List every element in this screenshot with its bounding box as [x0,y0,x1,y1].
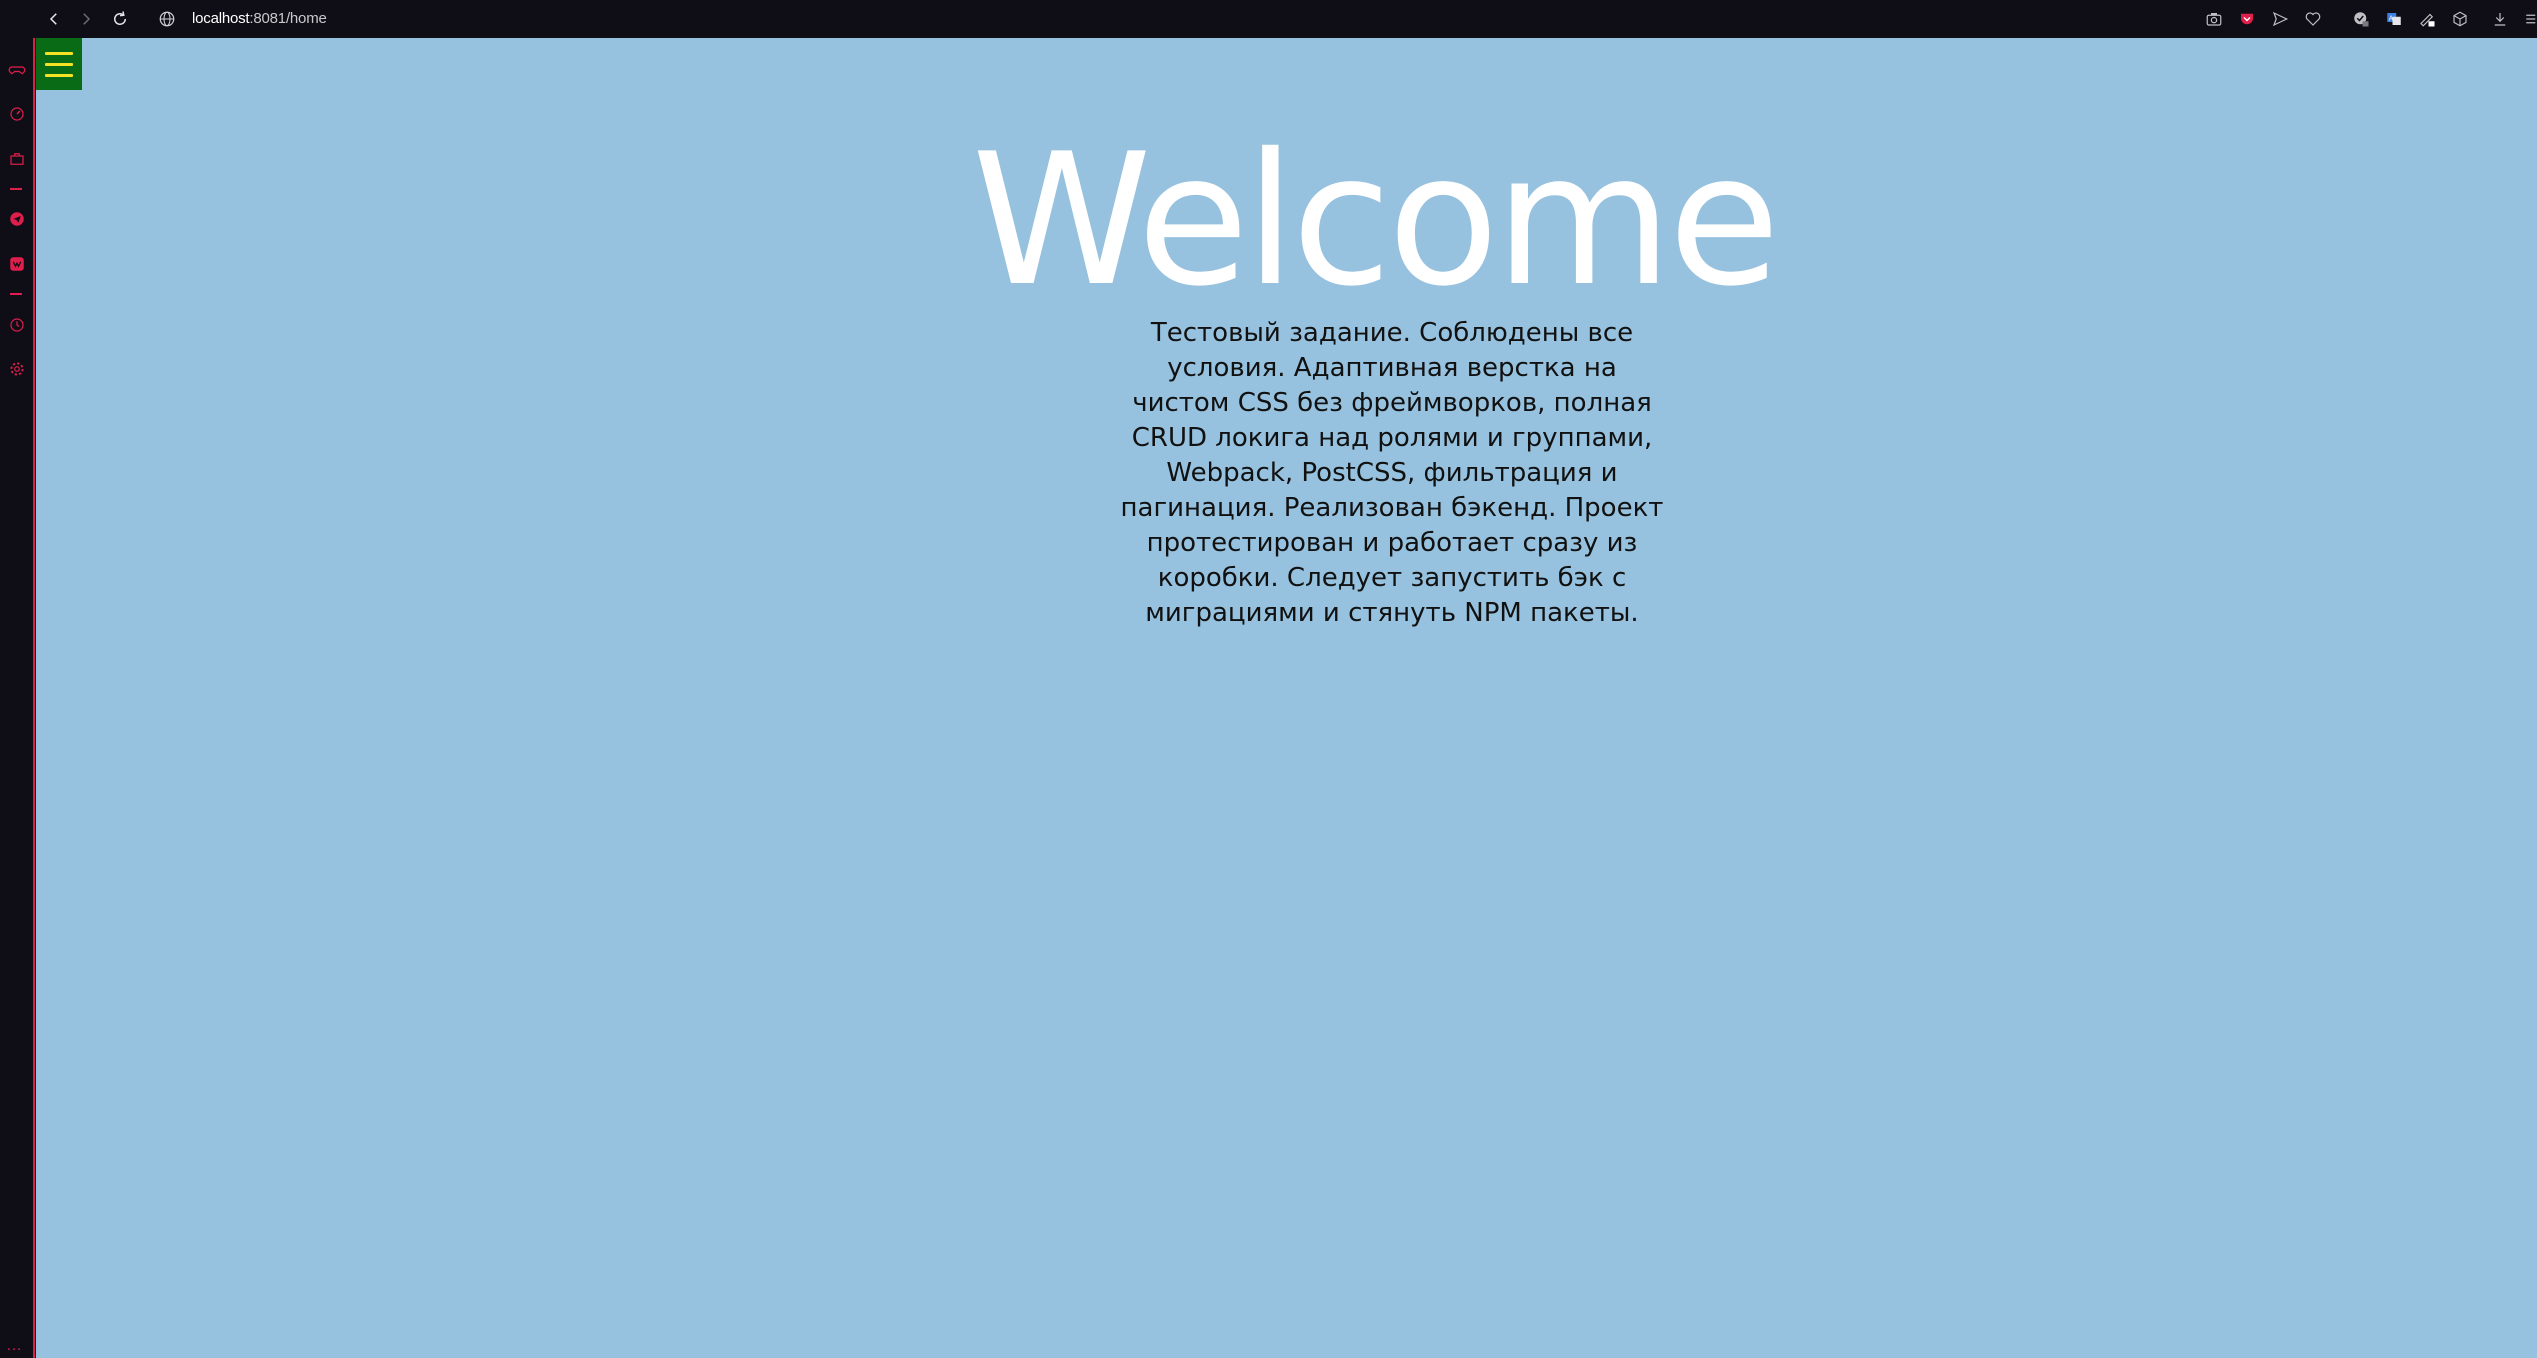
page-title: Welcome [971,114,1781,326]
sidebar-more-icon[interactable]: … [6,1338,23,1354]
vk-icon[interactable] [6,253,28,275]
address-bar[interactable]: localhost:8081/home [192,8,327,30]
pocket-icon[interactable] [2234,6,2260,32]
hamburger-menu-button[interactable] [36,38,82,90]
menu-icon[interactable] [2523,6,2537,32]
toolbar-icons: A [2194,6,2537,32]
gamepad-icon[interactable] [6,59,28,81]
browser-sidebar: … [0,38,35,1358]
settings-icon[interactable] [6,358,28,380]
svg-text:A: A [2389,15,2394,23]
hamburger-bar [45,51,73,55]
browser-toolbar: localhost:8081/home A [0,0,2537,38]
page-content: Welcome Тестовый задание. Соблюдены все … [36,38,2537,1358]
download-icon[interactable] [2487,6,2513,32]
sidebar-divider [10,293,22,295]
cube-icon[interactable] [2447,6,2473,32]
briefcase-icon[interactable] [6,148,28,170]
forward-icon[interactable] [74,7,98,31]
sidebar-divider [10,188,22,190]
camera-icon[interactable] [2201,6,2227,32]
reload-icon[interactable] [108,7,132,31]
edit-icon[interactable] [2414,6,2440,32]
back-icon[interactable] [42,7,66,31]
send-icon[interactable] [2267,6,2293,32]
url-host: localhost [192,10,250,27]
url-path: :8081/home [249,10,327,27]
history-icon[interactable] [6,314,28,336]
heart-icon[interactable] [2300,6,2326,32]
hamburger-bar [45,73,73,77]
globe-icon [159,11,175,27]
translate-icon[interactable]: A [2381,6,2407,32]
telegram-icon[interactable] [6,208,28,230]
extension-badge-icon[interactable] [2348,6,2374,32]
speed-dial-icon[interactable] [6,103,28,125]
description-text: Тестовый задание. Соблюдены все условия.… [1120,318,1664,628]
hamburger-bar [45,62,73,66]
